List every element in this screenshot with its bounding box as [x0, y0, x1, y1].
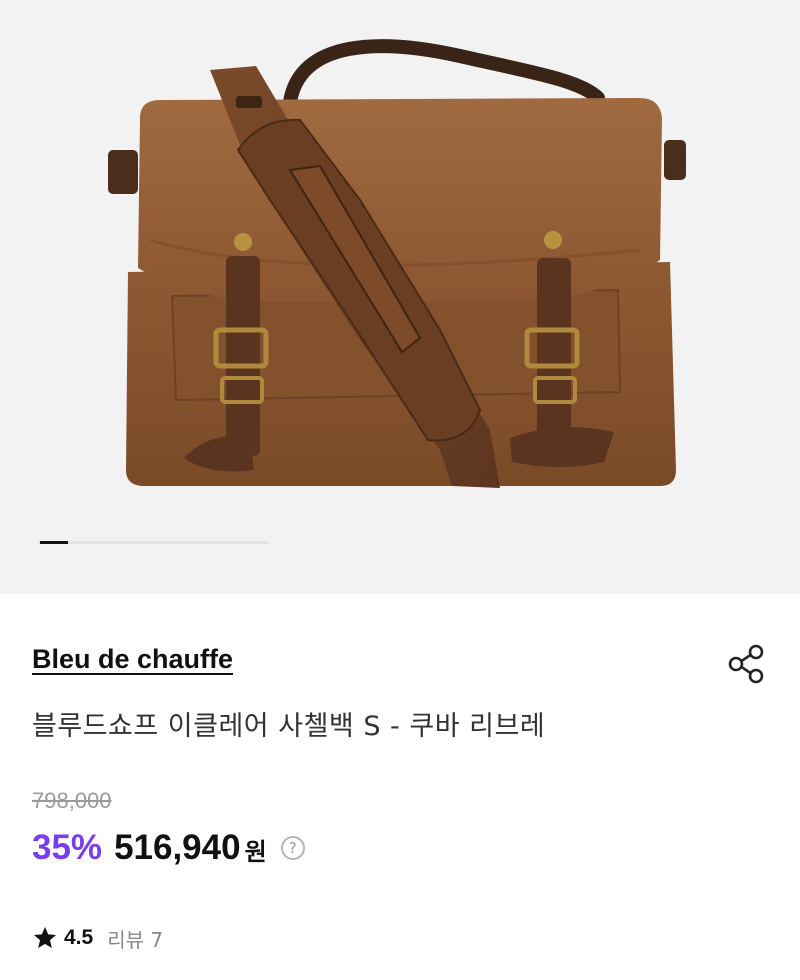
star-icon	[33, 926, 57, 948]
product-name: 블루드쇼프 이클레어 사첼백 S - 쿠바 리브레	[32, 711, 546, 742]
sale-price: 516,940	[114, 828, 241, 867]
product-image-gallery[interactable]	[0, 0, 800, 594]
review-count-link[interactable]: 리뷰 7	[107, 924, 163, 953]
share-button[interactable]	[724, 642, 768, 686]
image-pagination-active	[40, 541, 68, 544]
price-row: 35% 516,940 원 ?	[32, 826, 305, 870]
brand-link[interactable]: Bleu de chauffe	[32, 644, 233, 675]
share-icon	[728, 644, 764, 684]
currency-unit: 원	[244, 837, 267, 866]
question-circle-icon[interactable]: ?	[280, 836, 305, 860]
image-pagination-indicator	[38, 541, 268, 544]
brand-row: Bleu de chauffe	[32, 642, 768, 686]
rating-value: 4.5	[64, 926, 94, 949]
rating-row: 4.5 리뷰 7	[32, 922, 163, 954]
discount-rate: 35%	[32, 828, 103, 867]
original-price: 798,000	[32, 788, 112, 813]
product-image	[108, 39, 686, 488]
